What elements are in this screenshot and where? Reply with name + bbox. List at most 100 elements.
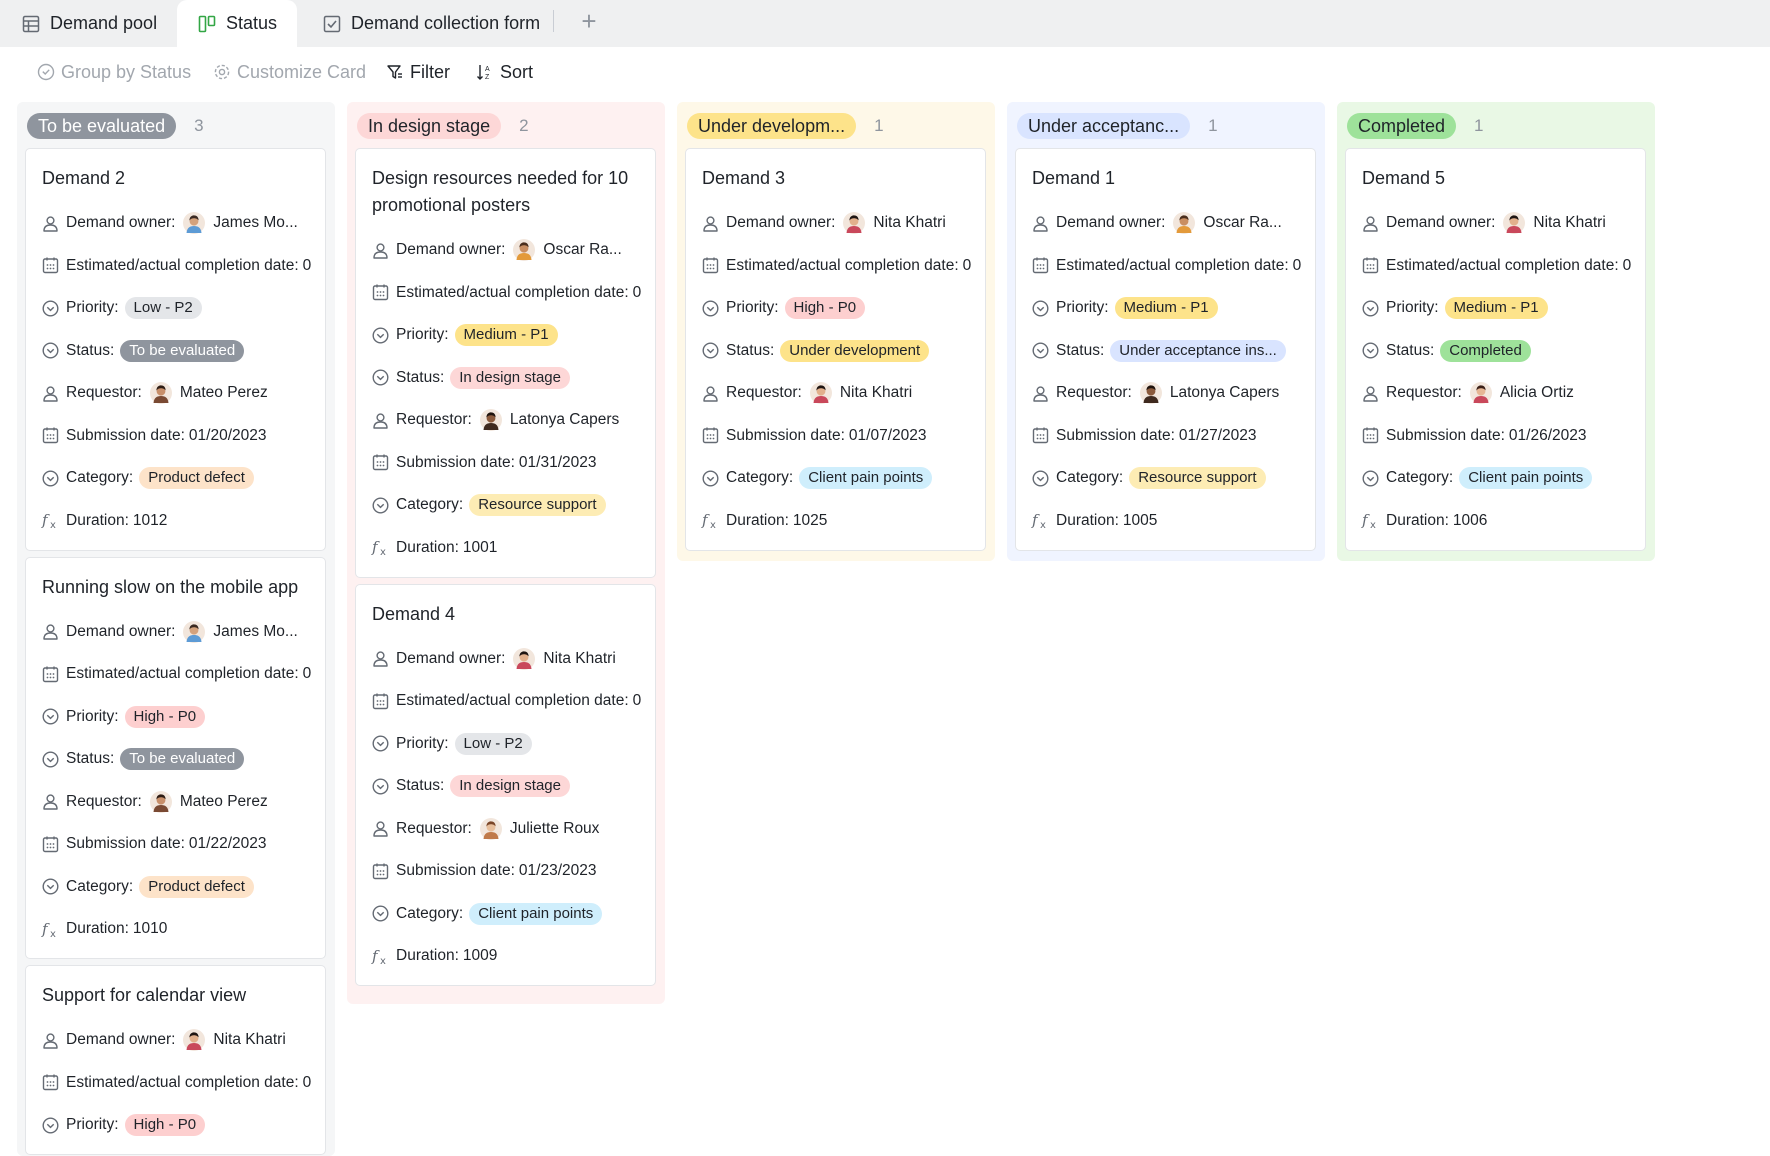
field-category: Category: Product defect [41,874,254,900]
field-label: Demand owner: [396,241,506,258]
priority-tag: Medium - P1 [454,324,558,346]
single-select-icon [371,496,390,515]
user-name: Nita Khatri [873,214,946,231]
column-status-pill[interactable]: To be evaluated [27,113,177,139]
field-value: 1001 [462,538,498,556]
field-owner: Demand owner: James Mo... [41,619,298,645]
field-priority: Priority: Medium - P1 [1031,295,1218,321]
priority-tag: Medium - P1 [1444,297,1548,319]
filter-button[interactable]: Filter [386,59,450,85]
field-label: Category: [396,904,464,922]
field-label: Demand owner: [726,214,836,231]
card-title: Design resources needed for 10 promotion… [372,168,629,215]
field-status: Status: In design stage [371,365,570,391]
tab-label: Demand pool [50,13,158,33]
group-by-status-button[interactable]: Group by Status [37,59,191,85]
tab-status[interactable]: Status [177,0,297,47]
column-status-pill[interactable]: In design stage [357,113,502,139]
user-name: Oscar Ra... [1203,214,1282,231]
field-status: Status: To be evaluated [41,338,245,364]
field-label: Category: [1386,469,1454,486]
demand-card[interactable]: Demand 4 Demand owner: Nita Khatri Estimate… [355,583,656,986]
column-status-pill[interactable]: Under acceptanc... [1017,113,1191,139]
single-select-icon [371,326,390,345]
customize-card-button[interactable]: Customize Card [213,59,366,85]
field-label: Category: [1056,469,1124,486]
column-status-pill[interactable]: Under developm... [687,113,857,139]
field-label: Requestor: [396,411,472,428]
field-value: 0 [632,692,642,709]
column-header: To be evaluated 3 [27,111,204,141]
single-select-icon [371,734,390,753]
priority-tag: High - P0 [124,1114,206,1136]
field-label: Submission date: [1386,426,1505,444]
field-owner: Demand owner: James Mo... [41,210,298,236]
demand-card[interactable]: Demand 2 Demand owner: James Mo... Estimate… [25,148,326,551]
demand-card[interactable]: Demand 5 Demand owner: Nita Khatri Estimate… [1345,148,1646,551]
single-select-icon [701,299,720,318]
single-select-icon [1031,469,1050,488]
tab-demand-pool[interactable]: Demand pool [22,0,157,47]
single-select-icon [41,299,60,318]
demand-card[interactable]: Design resources needed for 10 promotion… [355,148,656,578]
circle-check-icon [37,63,55,81]
field-requestor: Requestor: Latonya Capers [1031,380,1279,406]
field-label: Requestor: [726,384,802,401]
priority-tag: High - P0 [784,297,866,319]
field-duration: f x Duration: 1006 [1361,508,1487,534]
calendar-icon [41,256,60,275]
field-requestor: Requestor: Nita Khatri [701,380,912,406]
tab-demand-collection-form[interactable]: Demand collection form [323,0,540,47]
column-status-pill[interactable]: Completed [1347,113,1457,139]
field-submission: Submission date: 01/07/2023 [701,423,926,449]
svg-text:x: x [380,547,386,557]
field-requestor: Requestor: Mateo Perez [41,789,268,815]
field-label: Estimated/actual completion date: [396,692,629,709]
user-name: Juliette Roux [509,819,600,837]
field-value: 01/31/2023 [518,453,597,471]
user-name: Latonya Capers [509,411,620,428]
field-priority: Priority: High - P0 [41,704,206,730]
field-label: Status: [1386,341,1435,359]
svg-text:f: f [371,538,380,556]
field-category: Category: Product defect [41,465,254,491]
column-header: Under developm... 1 [687,111,884,141]
field-date-est: Estimated/actual completion date: 0 [1031,253,1301,279]
sort-button[interactable]: AZ Sort [476,59,533,85]
calendar-icon [41,665,60,684]
field-label: Duration: [396,947,459,964]
column-header: In design stage 2 [357,111,529,141]
field-submission: Submission date: 01/31/2023 [371,450,596,476]
demand-card[interactable]: Demand 1 Demand owner: Oscar Ra... Estimate… [1015,148,1316,551]
user-name: James Mo... [213,214,298,231]
field-value: 1006 [1452,511,1488,529]
demand-card[interactable]: Support for calendar view Demand owner: Ni… [25,965,326,1155]
field-label: Priority: [396,326,449,343]
field-label: Duration: [726,511,789,529]
field-label: Category: [726,469,794,486]
svg-text:Z: Z [485,74,490,81]
person-icon [371,819,390,838]
priority-tag: Medium - P1 [1114,297,1218,319]
field-requestor: Requestor: Latonya Capers [371,407,619,433]
add-view-button[interactable]: + [575,6,603,36]
single-select-icon [41,750,60,769]
demand-card[interactable]: Running slow on the mobile app Demand own… [25,556,326,959]
tab-label: Status [226,13,278,33]
demand-card[interactable]: Demand 3 Demand owner: Nita Khatri Estimate… [685,148,986,551]
status-tag: Under development [780,339,930,362]
person-icon [371,241,390,260]
field-value: 1010 [132,920,168,937]
column-header: Completed 1 [1347,111,1484,141]
calendar-icon [41,835,60,854]
person-icon [701,384,720,403]
field-label: Submission date: [726,426,845,444]
category-tag: Product defect [139,875,254,898]
field-value: 1009 [462,947,498,964]
avatar [513,647,536,670]
single-select-icon [371,904,390,923]
field-label: Requestor: [1386,384,1462,401]
priority-tag: Low - P2 [124,297,202,319]
svg-text:f: f [371,947,380,965]
formula-icon: fx [371,947,390,966]
